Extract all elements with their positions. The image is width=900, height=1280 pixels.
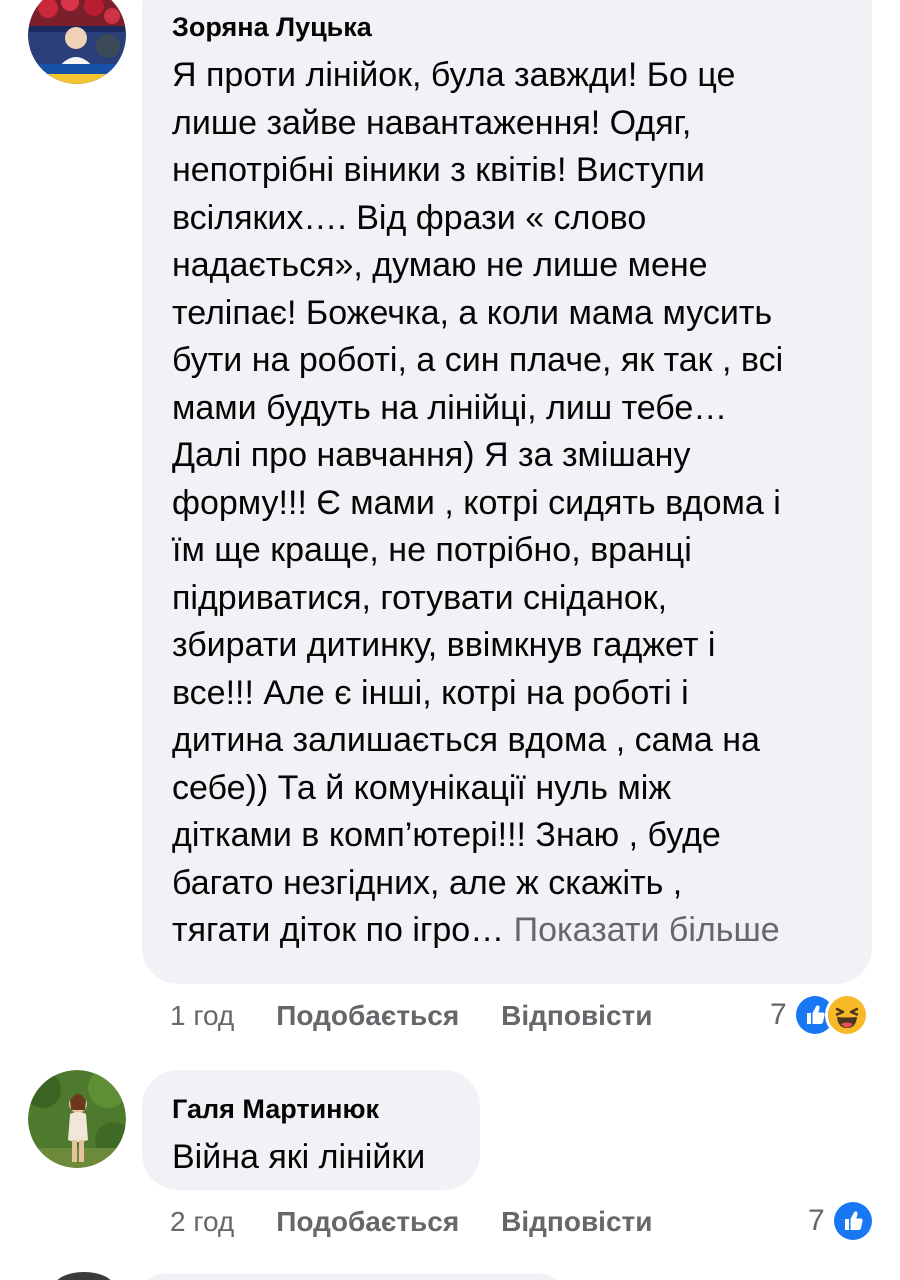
next-commenter-avatar[interactable] — [54, 1272, 114, 1280]
comment-text-line: надається», думаю не лише мене — [172, 246, 708, 284]
comment-text: Війна які лінійки — [172, 1136, 450, 1178]
reaction-count: 7 — [770, 998, 787, 1031]
comment-text-line: бути на роботі, а син плаче, як так , вс… — [172, 341, 784, 379]
comment-actions: 1 год Подобається Відповісти — [170, 996, 652, 1036]
comment-text-line: багато незгідних, але ж скажіть , — [172, 863, 683, 902]
like-button[interactable]: Подобається — [276, 1000, 459, 1032]
comment-text-line: дітками в комп’ютері!!! Знаю , буде — [172, 816, 721, 854]
reaction-count: 7 — [808, 1204, 825, 1237]
commenter-avatar[interactable] — [28, 1070, 126, 1168]
comment-text-line: лише зайве навантаження! Одяг, — [172, 103, 692, 142]
comment-text-line: Я проти лінійок, була завжди! Бо це — [172, 56, 736, 94]
see-more-link[interactable]: Показати більше — [514, 911, 780, 949]
comment-text-line: мами будуть на лінійці, лиш тебе… — [172, 388, 728, 427]
comment-text-line: Далі про навчання) Я за змішану — [172, 436, 691, 474]
comment-text-last-line: тягати діток по ігро… Показати більше — [172, 907, 842, 955]
comment-author-name[interactable]: Галя Мартинюк — [172, 1092, 450, 1126]
comment-text-line: дитина залишається вдома , сама на — [172, 721, 760, 759]
reply-button[interactable]: Відповісти — [501, 1206, 652, 1238]
comment-text-line: збирати дитинку, ввімкнув гаджет і — [172, 626, 716, 664]
haha-reaction-icon — [824, 993, 869, 1037]
next-comment-bubble[interactable] — [142, 1274, 562, 1280]
comment-text-line: всіляких…. Від фрази « слово — [172, 198, 647, 237]
like-reaction-icon — [830, 1199, 875, 1243]
comment-bubble[interactable]: Зоряна Луцька Я проти лінійок, була завж… — [142, 0, 872, 984]
comment-bubble[interactable]: Галя Мартинюк Війна які лінійки — [142, 1070, 480, 1190]
comment-text-line: все!!! Але є інші, котрі на роботі і — [172, 673, 689, 712]
comment-text-line: тягати діток по ігро… — [172, 911, 505, 949]
user-avatar-icon — [28, 0, 126, 84]
comment-actions: 2 год Подобається Відповісти — [170, 1202, 652, 1242]
comment-text-line: форму!!! Є мами , котрі сидять вдома і — [172, 483, 781, 522]
like-button[interactable]: Подобається — [276, 1206, 459, 1238]
comment-timestamp[interactable]: 2 год — [170, 1206, 234, 1238]
comment-text-line: їм ще краще, не потрібно, вранці — [172, 531, 692, 569]
comment-author-name[interactable]: Зоряна Луцька — [172, 10, 842, 44]
user-avatar-icon — [28, 1070, 126, 1168]
comment-timestamp[interactable]: 1 год — [170, 1000, 234, 1032]
comment-text: Я проти лінійок, була завжди! Бо це лише… — [172, 52, 842, 955]
comment-text-line: підриватися, готувати сніданок, — [172, 578, 668, 617]
comment-text-line: Війна які лінійки — [172, 1138, 426, 1176]
comment-text-line: себе)) Та й комунікації нуль між — [172, 768, 672, 807]
comment-text-line: непотрібні віники з квітів! Виступи — [172, 151, 705, 189]
comment-text-line: теліпає! Божечка, а коли мама мусить — [172, 293, 773, 332]
reaction-summary[interactable]: 7 — [808, 1199, 875, 1243]
commenter-avatar[interactable] — [28, 0, 126, 84]
reply-button[interactable]: Відповісти — [501, 1000, 652, 1032]
reaction-summary[interactable]: 7 — [770, 993, 869, 1037]
comments-thread: Зоряна Луцька Я проти лінійок, була завж… — [0, 0, 900, 1280]
